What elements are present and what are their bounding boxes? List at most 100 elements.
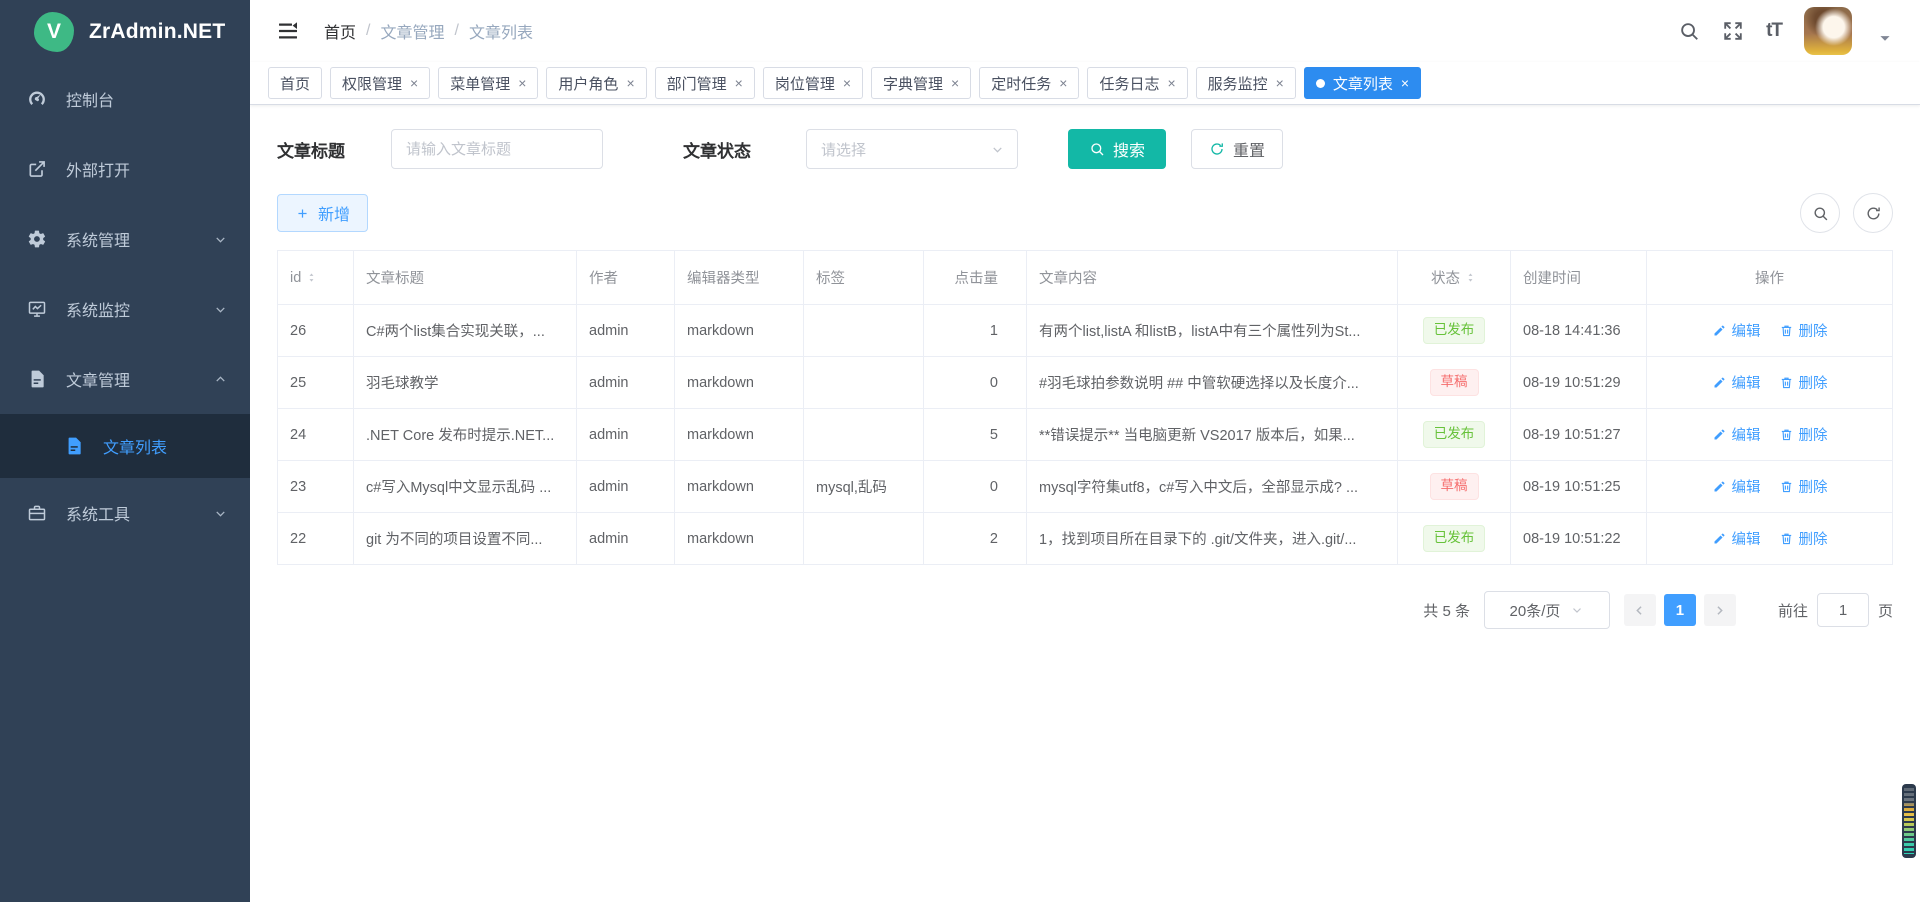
delete-icon: [1779, 375, 1794, 390]
tab-close-icon[interactable]: ×: [1167, 76, 1175, 90]
prev-page-button[interactable]: [1624, 594, 1656, 626]
refresh-table-button[interactable]: [1853, 193, 1893, 233]
gear-icon: [27, 229, 47, 249]
reset-button[interactable]: 重置: [1191, 129, 1283, 169]
tab-label: 文章列表: [1333, 73, 1393, 94]
delete-button[interactable]: 删除: [1779, 320, 1828, 341]
sidebar-item-dashboard[interactable]: 控制台: [0, 64, 250, 134]
menu-fold-icon[interactable]: [276, 19, 300, 43]
search-icon[interactable]: [1678, 20, 1700, 42]
tab-close-icon[interactable]: ×: [951, 76, 959, 90]
tab-close-icon[interactable]: ×: [1276, 76, 1284, 90]
cell-created: 08-19 10:51:22: [1511, 513, 1647, 565]
search-icon: [1089, 141, 1105, 157]
tab-label: 定时任务: [991, 73, 1051, 94]
cell-ops: 编辑删除: [1647, 357, 1893, 409]
tab-close-icon[interactable]: ×: [1059, 76, 1067, 90]
sidebar-item-system-tools[interactable]: 系统工具: [0, 478, 250, 548]
cell-content: 1，找到项目所在目录下的 .git/文件夹，进入.git/...: [1027, 513, 1398, 565]
tab-close-icon[interactable]: ×: [843, 76, 851, 90]
fullscreen-icon[interactable]: [1722, 20, 1744, 42]
cell-content: mysql字符集utf8，c#写入中文后，全部显示成? ...: [1027, 461, 1398, 513]
cell-content: **错误提示** 当电脑更新 VS2017 版本后，如果...: [1027, 409, 1398, 461]
caret-down-icon[interactable]: [1874, 27, 1896, 49]
edit-button[interactable]: 编辑: [1712, 320, 1761, 341]
delete-icon: [1779, 531, 1794, 546]
article-title-input[interactable]: [391, 129, 603, 169]
cell-title: c#写入Mysql中文显示乱码 ...: [354, 461, 577, 513]
toolbar-right: [1800, 193, 1893, 233]
user-avatar[interactable]: [1804, 7, 1852, 55]
level-indicator-widget[interactable]: [1902, 784, 1916, 858]
status-badge: 已发布: [1423, 525, 1486, 552]
breadcrumb: 首页/文章管理/文章列表: [324, 19, 533, 43]
delete-button[interactable]: 删除: [1779, 528, 1828, 549]
cell-ops: 编辑 删除: [1647, 409, 1893, 461]
sidebar-item-system-monitor[interactable]: 系统监控: [0, 274, 250, 344]
goto-page: 前往 页: [1778, 593, 1893, 627]
sidebar-item-external-open[interactable]: 外部打开: [0, 134, 250, 204]
tab-cron[interactable]: 定时任务 ×: [979, 67, 1079, 99]
sidebar-menu: 控制台外部打开系统管理系统监控文章管理文章列表系统工具: [0, 64, 250, 548]
tab-user-role[interactable]: 用户角色 ×: [546, 67, 646, 99]
search-button[interactable]: 搜索: [1068, 129, 1166, 169]
sidebar-item-label: 系统工具: [66, 501, 213, 525]
article-status-select[interactable]: 请选择: [806, 129, 1018, 169]
sidebar-item-label: 外部打开: [66, 157, 228, 181]
chevron-down-icon: [213, 302, 228, 317]
page-size-select[interactable]: 20条/页: [1484, 591, 1610, 629]
cell-editor: markdown: [675, 461, 804, 513]
delete-button[interactable]: 删除: [1779, 372, 1828, 393]
sidebar-item-article-admin[interactable]: 文章管理: [0, 344, 250, 414]
column-header-editor: 编辑器类型: [675, 251, 804, 305]
tab-close-icon[interactable]: ×: [735, 76, 743, 90]
font-size-icon[interactable]: tT: [1766, 20, 1782, 42]
page-1-button[interactable]: 1: [1664, 594, 1696, 626]
tab-menu[interactable]: 菜单管理×: [438, 67, 538, 99]
cell-tag: mysql,乱码: [804, 461, 924, 513]
cell-author: admin: [577, 305, 675, 357]
toggle-search-button[interactable]: [1800, 193, 1840, 233]
add-button[interactable]: 新增: [277, 194, 368, 232]
chevron-down-icon: [213, 506, 228, 521]
delete-button[interactable]: 删除: [1779, 476, 1828, 497]
column-header-status[interactable]: 状态: [1398, 251, 1511, 305]
cell-title: 羽毛球教学: [354, 357, 577, 409]
logo-icon: V: [34, 12, 74, 52]
tab-close-icon[interactable]: ×: [410, 76, 418, 90]
tab-close-icon[interactable]: ×: [626, 76, 634, 90]
tab-job-log[interactable]: 任务日志×: [1087, 67, 1187, 99]
tab-post[interactable]: 岗位管理×: [763, 67, 863, 99]
level-indicator-bars: [1904, 788, 1914, 854]
goto-page-input[interactable]: [1817, 593, 1869, 627]
next-page-button[interactable]: [1704, 594, 1736, 626]
sidebar-item-article-list[interactable]: 文章列表: [0, 414, 250, 478]
delete-button-label: 删除: [1799, 424, 1828, 445]
tab-perm[interactable]: 权限管理×: [330, 67, 430, 99]
tab-service-monitor[interactable]: 服务监控×: [1196, 67, 1296, 99]
tab-article-list[interactable]: 文章列表 ×: [1304, 67, 1421, 99]
tab-home[interactable]: 首页: [268, 67, 322, 99]
tab-close-icon[interactable]: ×: [518, 76, 526, 90]
delete-button-label: 删除: [1799, 320, 1828, 341]
edit-button[interactable]: 编辑: [1712, 424, 1761, 445]
delete-icon: [1779, 479, 1794, 494]
article-title-label: 文章标题: [277, 137, 345, 162]
filter-form: 文章标题 文章状态 请选择 搜索 重置: [277, 129, 1893, 169]
tab-close-icon[interactable]: ×: [1401, 76, 1409, 90]
column-header-id[interactable]: id: [278, 251, 354, 305]
tab-dept[interactable]: 部门管理×: [655, 67, 755, 99]
edit-button[interactable]: 编辑: [1712, 528, 1761, 549]
tab-label: 用户角色: [558, 73, 618, 94]
cell-created: 08-19 10:51:29: [1511, 357, 1647, 409]
edit-button-label: 编辑: [1732, 424, 1761, 445]
breadcrumb-item[interactable]: 首页: [324, 19, 356, 43]
cell-tag: [804, 357, 924, 409]
delete-button[interactable]: 删除: [1779, 424, 1828, 445]
tab-dict[interactable]: 字典管理×: [871, 67, 971, 99]
edit-button[interactable]: 编辑: [1712, 372, 1761, 393]
cell-ops: 编辑 删除: [1647, 305, 1893, 357]
sidebar-item-system-admin[interactable]: 系统管理: [0, 204, 250, 274]
column-header-ops: 操作: [1647, 251, 1893, 305]
edit-button[interactable]: 编辑: [1712, 476, 1761, 497]
